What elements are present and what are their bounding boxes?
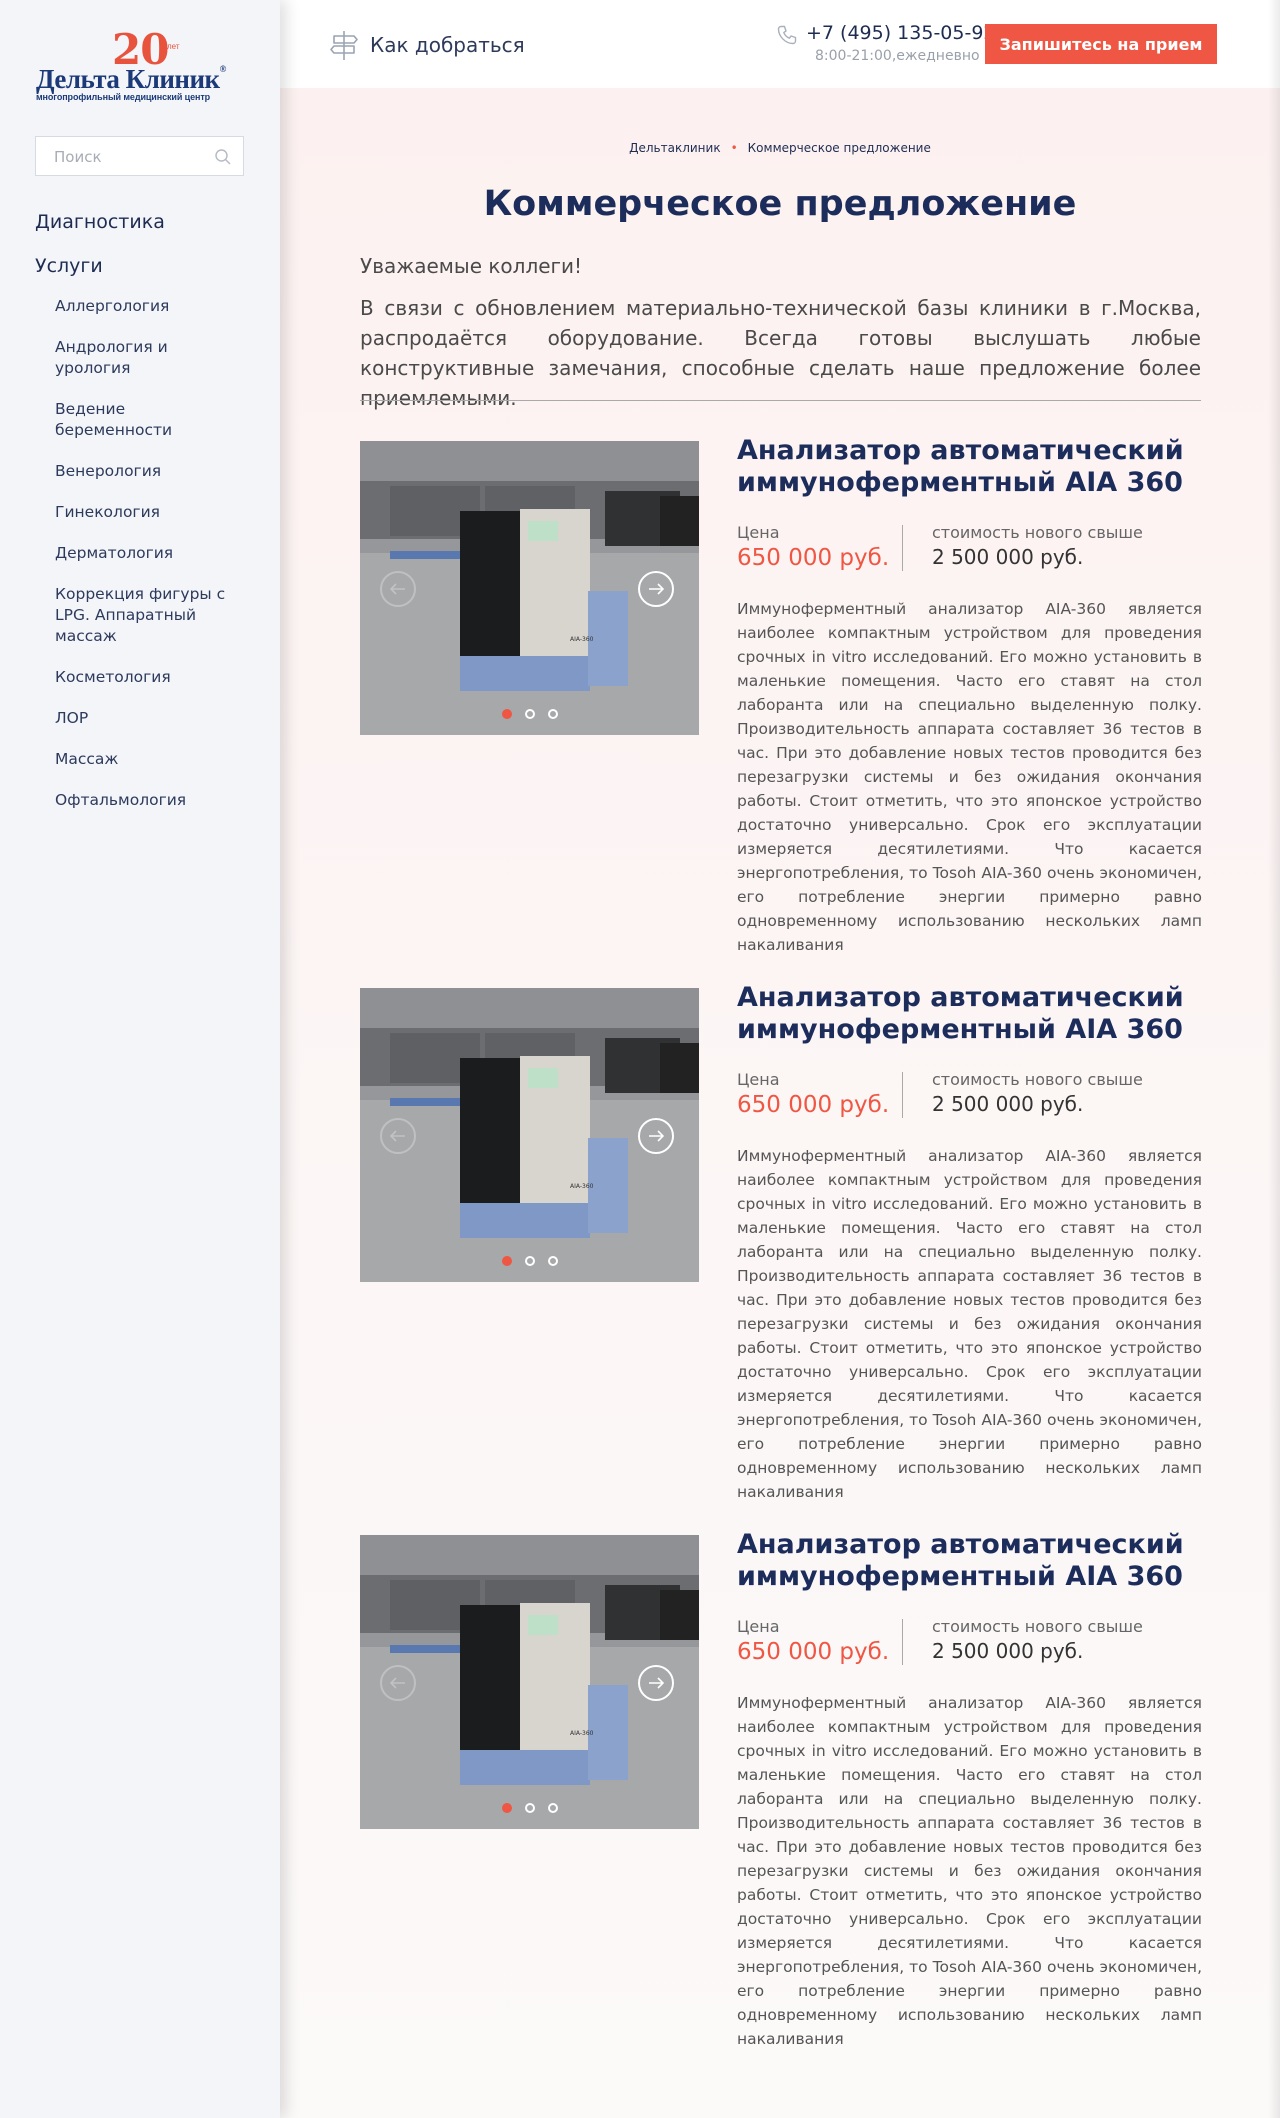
divider [360, 400, 1201, 401]
arrow-left-icon [390, 1130, 405, 1142]
slider-dot[interactable] [524, 1256, 535, 1266]
product-title: Анализатор автоматический иммуноферментн… [737, 1529, 1184, 1592]
device-label: AIA-360 [570, 1183, 594, 1190]
product-description: Иммуноферментный анализатор AIA-360 явля… [737, 600, 1202, 954]
price-label: Цена [737, 1617, 780, 1636]
services-submenu: Аллергология Андрология и урология Веден… [55, 296, 245, 831]
product-title: Анализатор автоматический иммуноферментн… [737, 435, 1184, 498]
product-description: Иммуноферментный анализатор AIA-360 явля… [737, 1694, 1202, 2048]
directions-label: Как добраться [370, 33, 525, 57]
new-price-value: 2 500 000 руб. [932, 545, 1084, 569]
logo-registered-mark: ® [219, 64, 227, 74]
price-label: Цена [737, 523, 780, 542]
slider-dot[interactable] [547, 1256, 558, 1266]
submenu-item-venereology[interactable]: Венерология [55, 461, 245, 482]
device-label: AIA-360 [570, 1730, 594, 1737]
new-price-value: 2 500 000 руб. [932, 1092, 1084, 1116]
product-description: Иммуноферментный анализатор AIA-360 явля… [737, 1147, 1202, 1501]
phone-icon [777, 25, 797, 45]
price-divider [902, 525, 903, 571]
submenu-item-andrology[interactable]: Андрология и урология [55, 337, 245, 379]
breadcrumb-separator: • [730, 141, 738, 155]
nav-diagnostics[interactable]: Диагностика [35, 211, 165, 233]
product-title: Анализатор автоматический иммуноферментн… [737, 982, 1184, 1045]
submenu-item-cosmetology[interactable]: Косметология [55, 667, 245, 688]
price-value: 650 000 руб. [737, 1092, 890, 1118]
product-card: AIA-360 Анализатор автоматический иммуно… [360, 1529, 1202, 2048]
new-price-label: стоимость нового свыше [932, 1070, 1143, 1089]
slider-dots [360, 709, 699, 719]
slider-dot[interactable] [501, 1256, 512, 1266]
page-title: Коммерческое предложение [483, 184, 1077, 224]
greeting-text: Уважаемые коллеги! [360, 254, 583, 278]
top-header: Как добраться +7 (495) 135-05-92 8:00-21… [280, 0, 1280, 88]
submenu-item-allergology[interactable]: Аллергология [55, 296, 245, 317]
submenu-item-lpg[interactable]: Коррекция фигуры с LPG. Аппаратный масса… [55, 584, 245, 647]
intro-text: В связи с обновлением материально-технич… [360, 296, 1201, 410]
arrow-right-icon [649, 583, 664, 595]
slider-next-button[interactable] [638, 571, 674, 607]
breadcrumb: Дельтаклиник • Коммерческое предложение [280, 141, 1280, 155]
logo-tagline: многопрофильный медицинский центр [36, 92, 211, 102]
directions-link[interactable]: Как добраться [328, 28, 525, 62]
price-value: 650 000 руб. [737, 1639, 890, 1665]
submenu-item-pregnancy[interactable]: Ведение беременности [55, 399, 245, 441]
price-value: 650 000 руб. [737, 545, 890, 571]
search-box [35, 136, 244, 176]
product-card: AIA-360 Анализатор автоматический иммуно… [360, 982, 1202, 1501]
slider-dot[interactable] [524, 1803, 535, 1813]
arrow-right-icon [649, 1130, 664, 1142]
signpost-icon [330, 31, 358, 60]
search-icon[interactable] [214, 148, 232, 166]
submenu-item-ophthalmology[interactable]: Офтальмология [55, 790, 245, 811]
price-label: Цена [737, 1070, 780, 1089]
submenu-item-dermatology[interactable]: Дерматология [55, 543, 245, 564]
nav-services[interactable]: Услуги [35, 255, 103, 277]
slider-dot[interactable] [501, 709, 512, 719]
arrow-left-icon [390, 583, 405, 595]
product-card: AIA-360 Анализатор автоматический иммуно… [360, 435, 1202, 954]
sidebar: 20 лет Дельта Клиник® многопрофильный ме… [0, 0, 280, 2118]
product-photo-slider[interactable]: AIA-360 [360, 1535, 699, 1829]
working-hours: 8:00-21:00,ежедневно [815, 48, 980, 64]
slider-dot[interactable] [501, 1803, 512, 1813]
page-edge-shadow [1268, 0, 1280, 2118]
product-photo-slider[interactable]: AIA-360 [360, 441, 699, 735]
slider-dots [360, 1803, 699, 1813]
breadcrumb-current: Коммерческое предложение [747, 141, 931, 155]
search-input[interactable] [54, 147, 204, 167]
product-photo-slider[interactable]: AIA-360 [360, 988, 699, 1282]
slider-next-button[interactable] [638, 1665, 674, 1701]
slider-next-button[interactable] [638, 1118, 674, 1154]
slider-dot[interactable] [524, 709, 535, 719]
price-divider [902, 1619, 903, 1665]
breadcrumb-home[interactable]: Дельтаклиник [629, 141, 720, 155]
new-price-label: стоимость нового свыше [932, 1617, 1143, 1636]
logo-name: Дельта Клиник® [36, 64, 226, 95]
price-divider [902, 1072, 903, 1118]
phone-number[interactable]: +7 (495) 135-05-92 [806, 22, 996, 44]
logo-name-text: Дельта Клиник [36, 64, 220, 94]
new-price-label: стоимость нового свыше [932, 523, 1143, 542]
slider-dot[interactable] [547, 709, 558, 719]
arrow-left-icon [390, 1677, 405, 1689]
submenu-item-gynecology[interactable]: Гинекология [55, 502, 245, 523]
arrow-right-icon [649, 1677, 664, 1689]
slider-dots [360, 1256, 699, 1266]
slider-prev-button[interactable] [380, 1665, 416, 1701]
logo-years-label: лет [167, 42, 180, 51]
slider-prev-button[interactable] [380, 571, 416, 607]
new-price-value: 2 500 000 руб. [932, 1639, 1084, 1663]
device-label: AIA-360 [570, 636, 594, 643]
book-appointment-button[interactable]: Запишитесь на прием [985, 24, 1217, 64]
submenu-item-ent[interactable]: ЛОР [55, 708, 245, 729]
submenu-item-massage[interactable]: Массаж [55, 749, 245, 770]
main-content: Дельтаклиник • Коммерческое предложение Ко… [280, 88, 1280, 2118]
clinic-logo[interactable]: 20 лет Дельта Клиник® многопрофильный ме… [36, 28, 246, 103]
slider-prev-button[interactable] [380, 1118, 416, 1154]
slider-dot[interactable] [547, 1803, 558, 1813]
